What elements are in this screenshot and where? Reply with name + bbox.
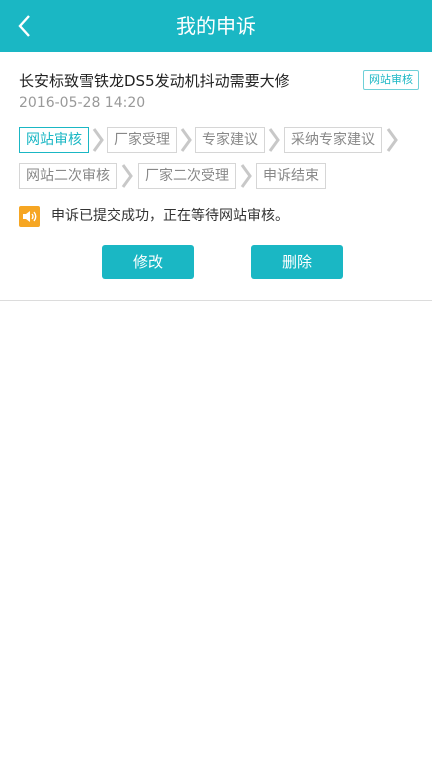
step-website-second-review: 网站二次审核 — [19, 163, 117, 189]
chevron-right-icon — [386, 128, 398, 152]
step-expert-advice: 专家建议 — [195, 127, 265, 153]
speaker-icon — [19, 206, 40, 227]
step-manufacturer-second-accept: 厂家二次受理 — [138, 163, 236, 189]
chevron-right-icon — [92, 128, 104, 152]
chevron-right-icon — [180, 128, 192, 152]
step-website-review: 网站审核 — [19, 127, 89, 153]
step-adopt-expert-advice: 采纳专家建议 — [284, 127, 382, 153]
page-title: 我的申诉 — [176, 14, 256, 38]
edit-button[interactable]: 修改 — [102, 245, 194, 279]
status-badge: 网站审核 — [363, 70, 419, 90]
complaint-title[interactable]: 长安标致雪铁龙DS5发动机抖动需要大修 — [19, 70, 290, 91]
step-manufacturer-accept: 厂家受理 — [107, 127, 177, 153]
step-complaint-end: 申诉结束 — [256, 163, 326, 189]
complaint-card: 长安标致雪铁龙DS5发动机抖动需要大修 2016-05-28 14:20 网站审… — [0, 52, 432, 300]
complaint-date: 2016-05-28 14:20 — [19, 95, 146, 111]
divider — [0, 300, 432, 301]
app-header: 我的申诉 — [0, 0, 432, 52]
status-notice: 申诉已提交成功，正在等待网站审核。 — [51, 208, 289, 224]
chevron-right-icon — [268, 128, 280, 152]
delete-button[interactable]: 删除 — [251, 245, 343, 279]
chevron-right-icon — [121, 164, 133, 188]
chevron-right-icon — [240, 164, 252, 188]
